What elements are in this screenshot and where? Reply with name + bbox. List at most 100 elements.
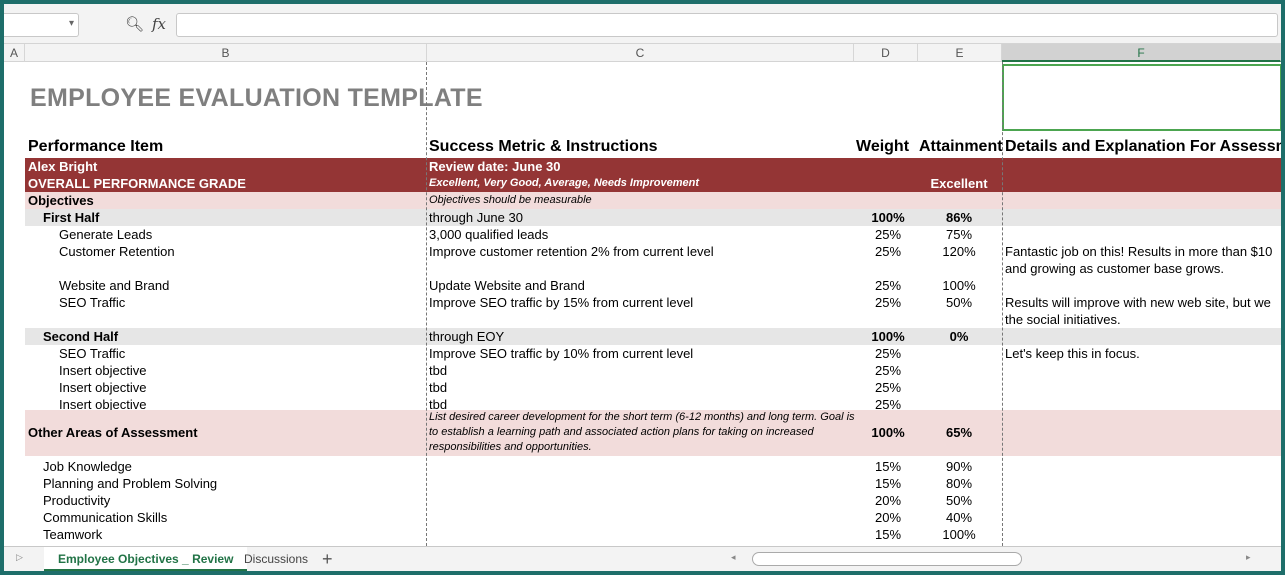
cell-metric: tbd	[429, 380, 448, 395]
cell-metric: tbd	[429, 363, 448, 378]
cell-item: Job Knowledge	[43, 459, 132, 474]
column-header-d[interactable]: D	[854, 44, 918, 62]
column-header-b[interactable]: B	[25, 44, 427, 62]
table-row[interactable]: Second Half through EOY 100% 0%	[25, 328, 1281, 345]
cell-attainment: 100%	[942, 527, 976, 542]
table-row[interactable]: Job Knowledge 15% 90%	[25, 458, 1281, 475]
cell-weight: 20%	[874, 510, 902, 525]
cell-weight: 25%	[874, 244, 902, 259]
cell-weight: 25%	[874, 346, 902, 361]
selected-cell[interactable]	[1002, 64, 1281, 131]
cell-grid[interactable]: EMPLOYEE EVALUATION TEMPLATE Performance…	[4, 62, 1281, 546]
cell-metric: Improve customer retention 2% from curre…	[429, 244, 714, 259]
cell-metric: Improve SEO traffic by 15% from current …	[429, 295, 694, 310]
table-row[interactable]: OVERALL PERFORMANCE GRADE Excellent, Very…	[25, 175, 1281, 192]
table-row[interactable]: SEO Traffic Improve SEO traffic by 15% fr…	[25, 294, 1281, 311]
page-break-line	[426, 62, 427, 546]
cell-metric: Improve SEO traffic by 10% from current …	[429, 346, 694, 361]
cell-weight: 25%	[874, 278, 902, 293]
column-header-bar: A B C D E F	[4, 44, 1281, 62]
column-header-c[interactable]: C	[427, 44, 854, 62]
cell-item: OVERALL PERFORMANCE GRADE	[28, 176, 246, 191]
cell-attainment: Excellent	[930, 176, 988, 191]
add-sheet-button[interactable]: +	[322, 547, 333, 571]
table-row[interactable]: Website and Brand Update Website and Bran…	[25, 277, 1281, 294]
sheet-tab-bar: ▷ Employee Objectives _ Review Discussio…	[4, 546, 1281, 571]
scroll-left-icon[interactable]: ◂	[731, 552, 736, 563]
cell-attainment: 86%	[945, 210, 973, 225]
cell-weight: 20%	[874, 493, 902, 508]
table-row[interactable]: Insert objective tbd 25%	[25, 379, 1281, 396]
cell-item: Alex Bright	[28, 159, 98, 174]
table-row[interactable]: Communication Skills 20% 40%	[25, 509, 1281, 526]
tab-employee-objectives[interactable]: Employee Objectives _ Review	[44, 547, 248, 571]
cell-attainment: 0%	[949, 329, 969, 344]
header-weight: Weight	[856, 138, 910, 155]
cell-details: and growing as customer base grows.	[1005, 261, 1224, 276]
cell-item: Planning and Problem Solving	[43, 476, 218, 491]
zoom-search-icon[interactable]: 🔍︎	[125, 15, 144, 33]
cell-attainment: 50%	[945, 295, 973, 310]
table-row[interactable]: First Half through June 30 100% 86%	[25, 209, 1281, 226]
scroll-right-icon[interactable]: ▸	[1246, 552, 1251, 563]
scrollbar-thumb[interactable]	[752, 552, 1022, 566]
formula-input[interactable]	[176, 13, 1278, 37]
function-icon[interactable]: fx	[152, 15, 166, 33]
cell-weight: 15%	[874, 459, 902, 474]
cell-attainment: 90%	[945, 459, 973, 474]
cell-details: the social initiatives.	[1005, 312, 1121, 327]
cell-item: Website and Brand	[59, 278, 170, 293]
table-row[interactable]: Objectives Objectives should be measurabl…	[25, 192, 1281, 209]
cell-item: Teamwork	[43, 527, 103, 542]
table-row[interactable]: SEO Traffic Improve SEO traffic by 10% fr…	[25, 345, 1281, 362]
table-row[interactable]: Customer Retention Improve customer reten…	[25, 243, 1281, 260]
header-details: Details and Explanation For Assessment	[1005, 138, 1281, 155]
cell-metric: through June 30	[429, 210, 523, 225]
cell-item: Insert objective	[59, 363, 147, 378]
table-row[interactable]: Planning and Problem Solving 15% 80%	[25, 475, 1281, 492]
horizontal-scrollbar[interactable]	[744, 552, 1259, 566]
table-row[interactable]: Teamwork 15% 100%	[25, 526, 1281, 543]
cell-item: Communication Skills	[43, 510, 168, 525]
other-areas-weight: 100%	[871, 425, 905, 440]
header-performance-item: Performance Item	[28, 138, 164, 155]
other-areas-row[interactable]: Other Areas of Assessment List desired c…	[25, 410, 1281, 456]
cell-weight: 25%	[874, 295, 902, 310]
table-row[interactable]: Alex Bright Review date: June 30	[25, 158, 1281, 175]
header-attainment: Attainment	[919, 138, 1003, 155]
cell-metric: Objectives should be measurable	[429, 194, 592, 206]
other-areas-attainment: 65%	[945, 425, 973, 440]
cell-weight: 100%	[871, 210, 905, 225]
header-success-metric: Success Metric & Instructions	[429, 138, 658, 155]
cell-weight: 25%	[874, 380, 902, 395]
cell-metric: 3,000 qualified leads	[429, 227, 549, 242]
cell-item: Second Half	[43, 329, 119, 344]
cell-metric: Update Website and Brand	[429, 278, 585, 293]
name-box[interactable]: ▾	[4, 13, 79, 37]
other-areas-instructions: List desired career development for the …	[429, 411, 855, 453]
cell-attainment: 75%	[945, 227, 973, 242]
table-row[interactable]: and growing as customer base grows.	[25, 260, 1281, 277]
cell-details: Fantastic job on this! Results in more t…	[1005, 244, 1273, 259]
cell-weight: 25%	[874, 363, 902, 378]
table-row[interactable]: Insert objective tbd 25%	[25, 362, 1281, 379]
cell-weight: 25%	[874, 227, 902, 242]
cell-weight: 100%	[871, 329, 905, 344]
column-header-e[interactable]: E	[918, 44, 1002, 62]
chevron-down-icon[interactable]: ▾	[69, 18, 74, 29]
column-header-a[interactable]: A	[4, 44, 25, 62]
cell-metric: Review date: June 30	[429, 159, 561, 174]
other-areas-label: Other Areas of Assessment	[28, 425, 198, 440]
column-header-f[interactable]: F	[1002, 44, 1281, 62]
table-row[interactable]: the social initiatives.	[25, 311, 1281, 328]
table-row[interactable]: Generate Leads 3,000 qualified leads 25% 75…	[25, 226, 1281, 243]
table-row[interactable]: Productivity 20% 50%	[25, 492, 1281, 509]
page-title: EMPLOYEE EVALUATION TEMPLATE	[30, 84, 483, 112]
tab-discussions[interactable]: Discussions	[230, 547, 322, 571]
cell-item: Objectives	[28, 193, 94, 208]
cell-weight: 15%	[874, 476, 902, 491]
cell-details: Results will improve with new web site, …	[1005, 295, 1271, 310]
cell-item: Generate Leads	[59, 227, 153, 242]
cell-details: Let's keep this in focus.	[1005, 346, 1140, 361]
tab-scroll-icon[interactable]: ▷	[16, 552, 23, 563]
